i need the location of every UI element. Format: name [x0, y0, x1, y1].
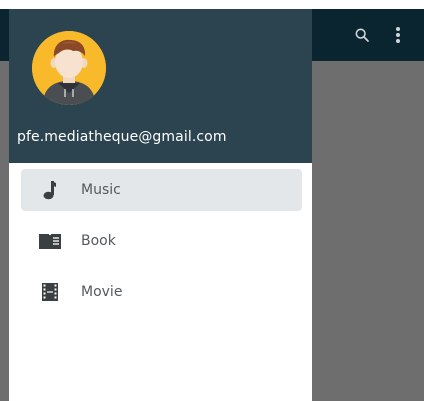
- menu-item-music[interactable]: Music: [21, 169, 302, 211]
- menu-item-label: Movie: [81, 284, 123, 300]
- menu-item-book[interactable]: Book: [21, 220, 302, 262]
- menu-item-movie[interactable]: Movie: [21, 271, 302, 313]
- book-icon: [37, 228, 63, 254]
- menu-item-label: Book: [81, 233, 116, 249]
- account-email: pfe.mediatheque@gmail.com: [17, 129, 227, 145]
- search-button[interactable]: [344, 17, 380, 53]
- film-icon: [37, 279, 63, 305]
- navigation-drawer: pfe.mediatheque@gmail.com Music Book Mov…: [9, 9, 312, 401]
- drawer-header: pfe.mediatheque@gmail.com: [9, 9, 312, 163]
- drawer-menu: Music Book Movie: [9, 169, 312, 322]
- music-note-icon: [37, 177, 63, 203]
- app-bar-actions: [340, 9, 424, 61]
- search-icon: [355, 28, 369, 42]
- avatar[interactable]: [32, 31, 106, 105]
- menu-item-label: Music: [81, 182, 121, 198]
- user-avatar-icon: [32, 31, 106, 105]
- more-options-button[interactable]: [380, 17, 416, 53]
- more-vert-icon: [396, 27, 400, 43]
